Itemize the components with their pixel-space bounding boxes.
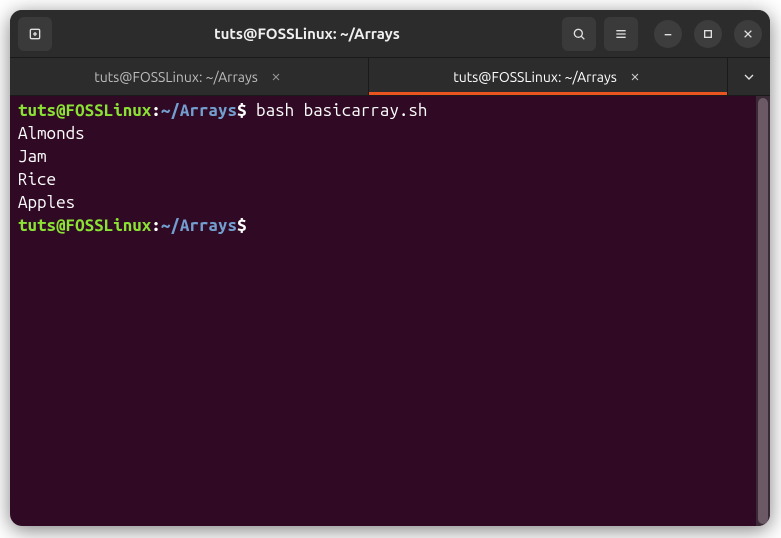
- command-text: bash basicarray.sh: [256, 101, 427, 120]
- terminal-output-line: Apples: [18, 192, 762, 215]
- tab-0[interactable]: tuts@FOSSLinux: ~/Arrays: [10, 58, 369, 95]
- prompt-user: tuts@FOSSLinux: [18, 101, 151, 120]
- command-text: [247, 101, 257, 120]
- close-icon: [740, 26, 756, 42]
- terminal-line: tuts@FOSSLinux:~/Arrays$ bash basicarray…: [18, 100, 762, 123]
- search-button[interactable]: [562, 17, 596, 51]
- hamburger-icon: [613, 26, 629, 42]
- tab-dropdown-button[interactable]: [728, 58, 770, 95]
- minimize-button[interactable]: [654, 20, 682, 48]
- menu-button[interactable]: [604, 17, 638, 51]
- new-tab-icon: [27, 26, 43, 42]
- tab-close-button[interactable]: [627, 69, 643, 85]
- titlebar: tuts@FOSSLinux: ~/Arrays: [10, 10, 770, 58]
- prompt-path: ~/Arrays: [161, 216, 237, 235]
- new-tab-button[interactable]: [18, 17, 52, 51]
- tab-1[interactable]: tuts@FOSSLinux: ~/Arrays: [369, 58, 728, 95]
- prompt-colon: :: [151, 216, 161, 235]
- close-button[interactable]: [734, 20, 762, 48]
- tab-close-button[interactable]: [268, 69, 284, 85]
- x-icon: [270, 71, 282, 83]
- prompt-path: ~/Arrays: [161, 101, 237, 120]
- prompt-colon: :: [151, 101, 161, 120]
- tab-bar: tuts@FOSSLinux: ~/Arrays tuts@FOSSLinux:…: [10, 58, 770, 96]
- minimize-icon: [660, 26, 676, 42]
- terminal-line: tuts@FOSSLinux:~/Arrays$: [18, 215, 762, 238]
- terminal-output-line: Almonds: [18, 123, 762, 146]
- terminal-content[interactable]: tuts@FOSSLinux:~/Arrays$ bash basicarray…: [10, 96, 770, 526]
- scrollbar-thumb[interactable]: [758, 98, 768, 524]
- prompt-dollar: $: [237, 216, 247, 235]
- terminal-output-line: Jam: [18, 146, 762, 169]
- tab-label: tuts@FOSSLinux: ~/Arrays: [453, 69, 617, 85]
- chevron-down-icon: [741, 69, 757, 85]
- prompt-dollar: $: [237, 101, 247, 120]
- window-title: tuts@FOSSLinux: ~/Arrays: [60, 25, 554, 42]
- search-icon: [571, 26, 587, 42]
- maximize-icon: [700, 26, 716, 42]
- scrollbar[interactable]: [756, 96, 770, 526]
- maximize-button[interactable]: [694, 20, 722, 48]
- tab-label: tuts@FOSSLinux: ~/Arrays: [94, 69, 258, 85]
- prompt-user: tuts@FOSSLinux: [18, 216, 151, 235]
- terminal-window: tuts@FOSSLinux: ~/Arrays tuts@FOSSLinux:…: [10, 10, 770, 526]
- terminal-output-line: Rice: [18, 169, 762, 192]
- x-icon: [629, 71, 641, 83]
- window-controls: [654, 20, 762, 48]
